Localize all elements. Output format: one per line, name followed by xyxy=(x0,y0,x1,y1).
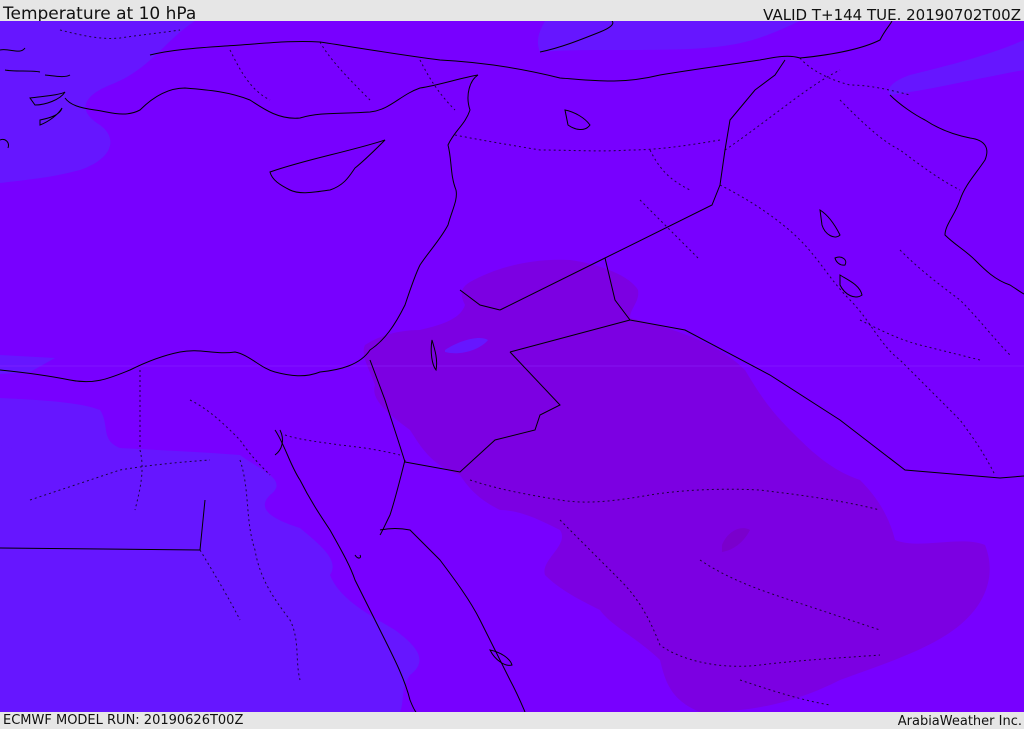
temperature-map xyxy=(0,21,1024,712)
model-run-label: ECMWF MODEL RUN: 20190626T00Z xyxy=(3,713,244,728)
map-footer: ECMWF MODEL RUN: 20190626T00Z ArabiaWeat… xyxy=(0,712,1024,729)
map-area xyxy=(0,21,1024,712)
weather-map-frame: Temperature at 10 hPa VALID T+144 TUE. 2… xyxy=(0,0,1024,729)
credit-label: ArabiaWeather Inc. xyxy=(897,714,1022,729)
map-header: Temperature at 10 hPa VALID T+144 TUE. 2… xyxy=(0,0,1024,24)
